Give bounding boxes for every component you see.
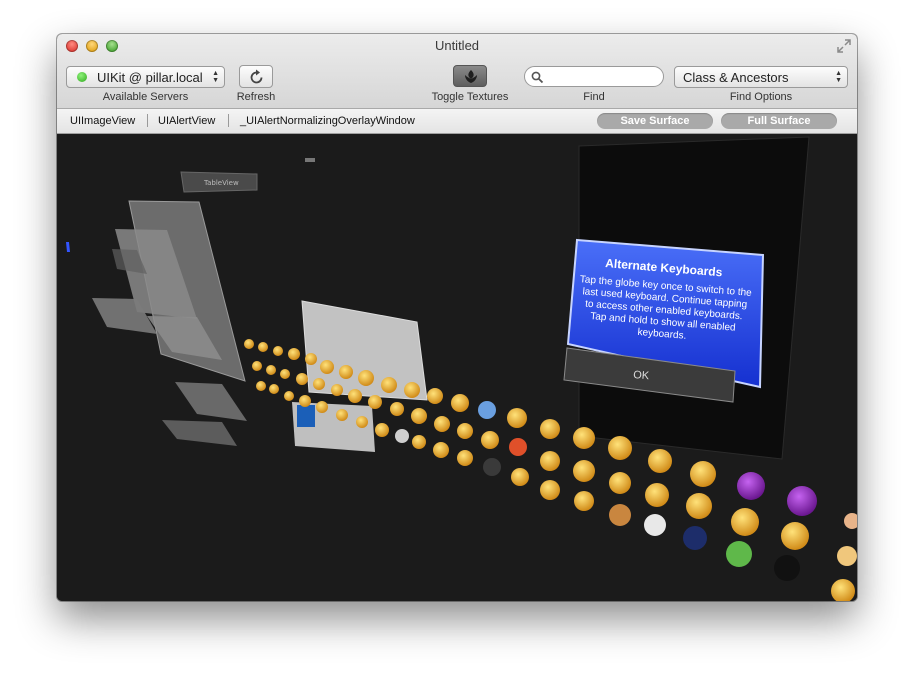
path-bar: UIImageView UIAlertView _UIAlertNormaliz… xyxy=(57,109,857,134)
popup-arrows-icon: ▲ ▼ xyxy=(212,70,219,84)
popup-arrows-icon: ▲ ▼ xyxy=(835,70,842,84)
breadcrumb-uiimageview[interactable]: UIImageView xyxy=(70,115,135,127)
view-layers-3d[interactable]: TableView Alternate Keyboards Tap the gl… xyxy=(57,134,857,601)
find-options-value: Class & Ancestors xyxy=(683,70,789,85)
available-servers-caption: Available Servers xyxy=(102,91,189,103)
search-field[interactable] xyxy=(524,66,664,87)
server-popup[interactable]: UIKit @ pillar.local ▲ ▼ xyxy=(66,66,225,88)
find-caption: Find xyxy=(583,91,605,103)
alert-message: Tap the globe key once to switch to the … xyxy=(579,274,753,342)
refresh-button[interactable] xyxy=(239,65,273,88)
refresh-icon xyxy=(250,69,263,84)
breadcrumb-uialertview[interactable]: UIAlertView xyxy=(158,115,215,127)
find-options-popup[interactable]: Class & Ancestors ▲ ▼ xyxy=(674,66,848,88)
texture-icon xyxy=(465,70,477,83)
search-icon xyxy=(531,71,544,84)
fullscreen-icon[interactable] xyxy=(837,39,851,53)
save-surface-button[interactable]: Save Surface xyxy=(597,113,713,129)
title-bar: Untitled UIKit @ pillar.local ▲ ▼ Availab… xyxy=(57,34,857,109)
refresh-caption: Refresh xyxy=(236,91,276,103)
full-surface-button[interactable]: Full Surface xyxy=(721,113,837,129)
breadcrumb-separator xyxy=(228,114,229,127)
breadcrumb-overlay-window[interactable]: _UIAlertNormalizingOverlayWindow xyxy=(240,115,415,127)
small-view-label: TableView xyxy=(203,179,239,187)
view-hierarchy-canvas[interactable]: TableView Alternate Keyboards Tap the gl… xyxy=(57,134,857,601)
app-window: Untitled UIKit @ pillar.local ▲ ▼ Availab… xyxy=(57,34,857,601)
window-title: Untitled xyxy=(434,38,480,53)
status-dot-icon xyxy=(77,72,87,82)
server-name: UIKit @ pillar.local xyxy=(97,70,203,85)
toggle-textures-button[interactable] xyxy=(453,65,487,87)
toggle-textures-caption: Toggle Textures xyxy=(431,91,509,103)
breadcrumb-separator xyxy=(147,114,148,127)
find-options-caption: Find Options xyxy=(729,91,793,103)
alert-ok-label: OK xyxy=(633,369,650,382)
alert-view[interactable]: Alternate Keyboards Tap the globe key on… xyxy=(563,238,765,403)
